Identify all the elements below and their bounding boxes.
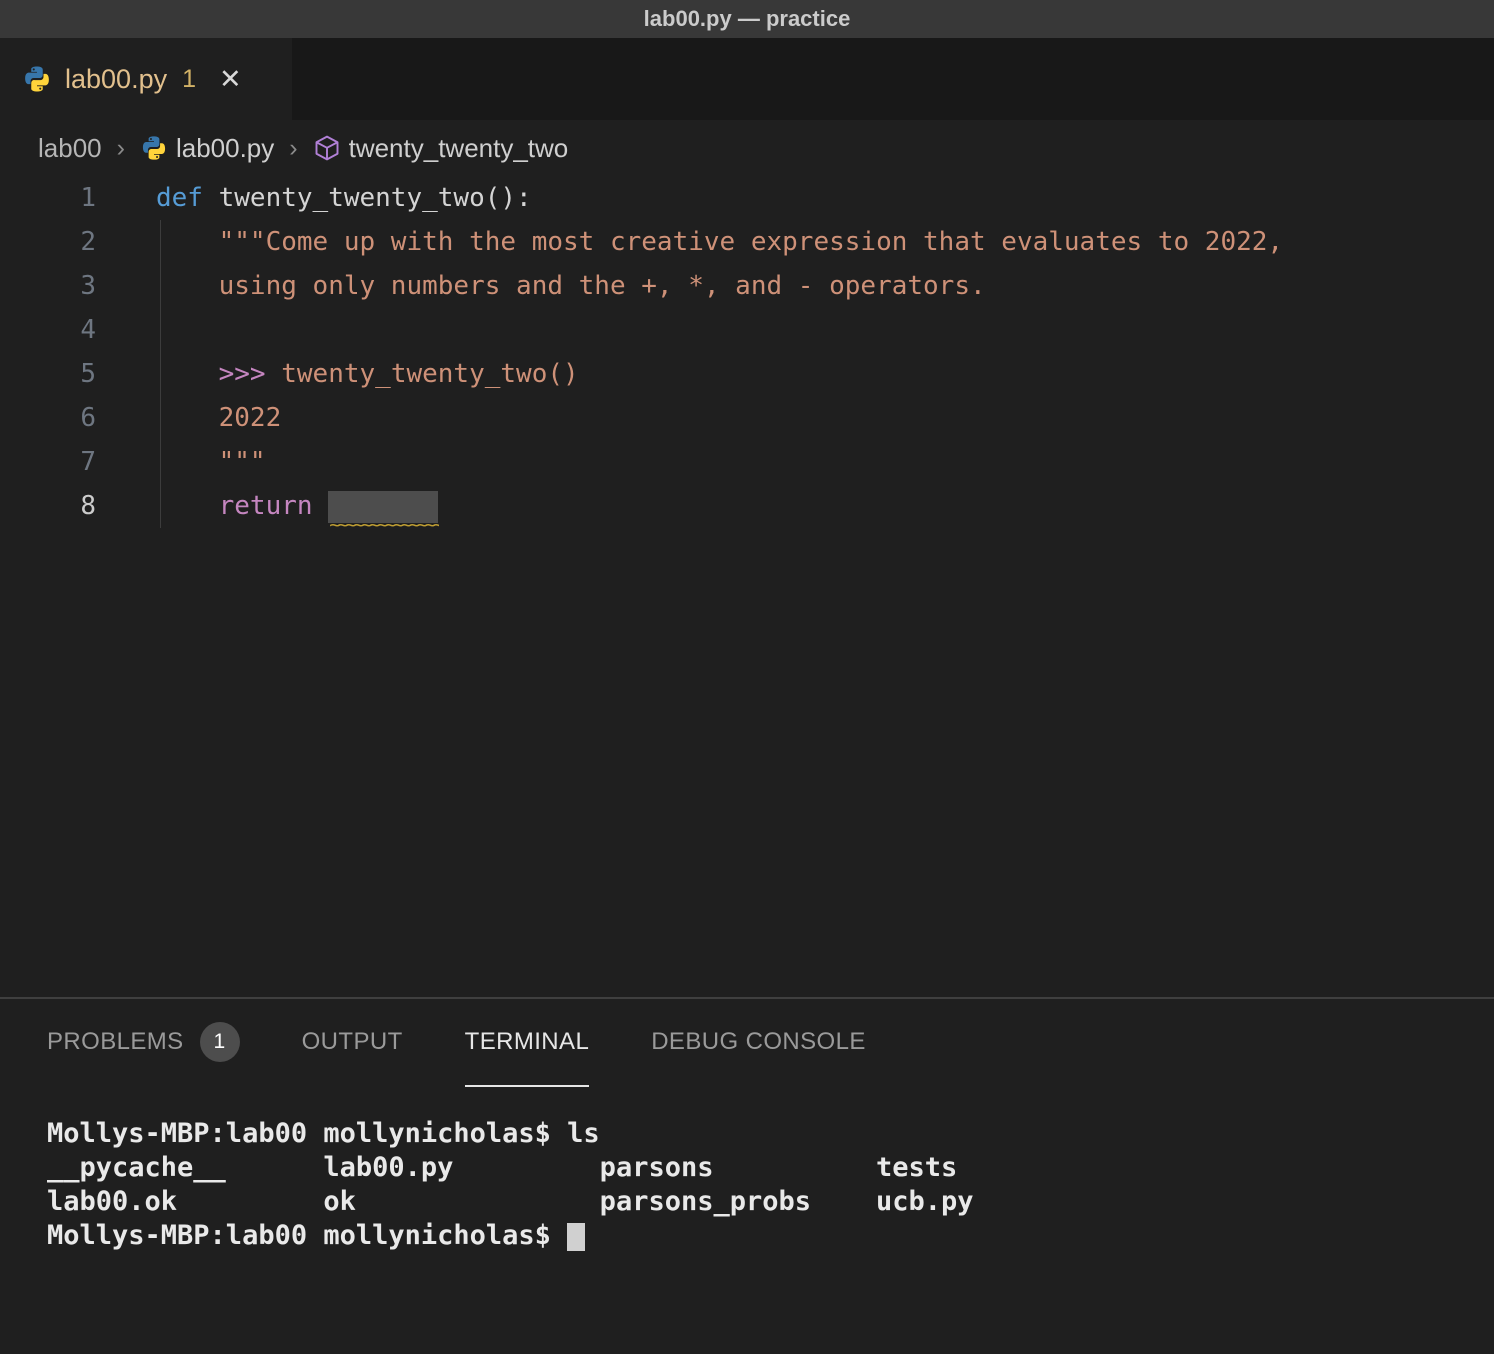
tab-problem-count: 1	[182, 65, 196, 94]
code-text: def twenty_twenty_two():	[156, 176, 532, 220]
terminal-line: Mollys-MBP:lab00 mollynicholas$ ls	[47, 1117, 1494, 1151]
breadcrumb-file[interactable]: lab00.py	[176, 133, 274, 164]
line-number: 2	[0, 220, 96, 264]
code-text: """	[156, 440, 266, 484]
code-line[interactable]: 1 def twenty_twenty_two():	[0, 176, 1494, 220]
panel-tab-label: OUTPUT	[302, 1028, 403, 1056]
breadcrumb-symbol[interactable]: twenty_twenty_two	[349, 133, 569, 164]
window-titlebar: lab00.py — practice	[0, 0, 1494, 38]
terminal-cursor	[567, 1223, 585, 1251]
code-line[interactable]: 4	[0, 308, 1494, 352]
code-text: using only numbers and the +, *, and - o…	[156, 264, 986, 308]
line-number: 1	[0, 176, 96, 220]
code-line[interactable]: 5 >>> twenty_twenty_two()	[0, 352, 1494, 396]
tab-filename: lab00.py	[65, 64, 167, 95]
editor[interactable]: 1def twenty_twenty_two():2 """Come up wi…	[0, 176, 1494, 997]
problems-count-badge: 1	[200, 1022, 240, 1062]
panel-tab-label: PROBLEMS	[47, 1028, 184, 1056]
line-number: 6	[0, 396, 96, 440]
code-text: >>> twenty_twenty_two()	[156, 352, 579, 396]
breadcrumb-folder[interactable]: lab00	[38, 133, 102, 164]
panel-tab-terminal[interactable]: TERMINAL	[465, 999, 590, 1087]
code-line[interactable]: 7 """	[0, 440, 1494, 484]
close-icon[interactable]: ✕	[219, 64, 242, 95]
breadcrumb: lab00 › lab00.py › twenty_twenty_two	[0, 120, 1494, 176]
code-text: return ~~~~~~~~~~~~~~	[156, 484, 438, 528]
bottom-panel: PROBLEMS 1 OUTPUT TERMINAL DEBUG CONSOLE Mol…	[0, 997, 1494, 1354]
code-text: 2022	[156, 396, 281, 440]
terminal-line: __pycache__ lab00.py parsons tests	[47, 1151, 1494, 1185]
code-line[interactable]: 3 using only numbers and the +, *, and -…	[0, 264, 1494, 308]
line-number: 8	[0, 484, 96, 528]
terminal-content[interactable]: Mollys-MBP:lab00 mollynicholas$ ls__pyca…	[0, 1087, 1494, 1253]
chevron-right-icon: ›	[117, 134, 125, 163]
symbol-cube-icon	[313, 134, 341, 162]
indent-guide	[160, 220, 161, 528]
chevron-right-icon: ›	[289, 134, 297, 163]
terminal-line: Mollys-MBP:lab00 mollynicholas$	[47, 1219, 1494, 1253]
panel-tab-label: TERMINAL	[465, 1028, 590, 1056]
line-number: 4	[0, 308, 96, 352]
code-line[interactable]: 8 return ~~~~~~~~~~~~~~	[0, 484, 1494, 528]
warning-squiggle-icon: ~~~~~~~~~~~~~~	[329, 516, 439, 535]
terminal-line: lab00.ok ok parsons_probs ucb.py	[47, 1185, 1494, 1219]
editor-lines: 1def twenty_twenty_two():2 """Come up wi…	[0, 176, 1494, 528]
line-number: 3	[0, 264, 96, 308]
selection-box: ~~~~~~~~~~~~~~	[328, 491, 438, 523]
panel-tab-label: DEBUG CONSOLE	[651, 1028, 866, 1056]
window-title: lab00.py — practice	[644, 6, 851, 32]
panel-tab-debug-console[interactable]: DEBUG CONSOLE	[651, 999, 866, 1087]
code-line[interactable]: 2 """Come up with the most creative expr…	[0, 220, 1494, 264]
panel-tab-problems[interactable]: PROBLEMS 1	[47, 999, 240, 1087]
python-icon	[22, 64, 52, 94]
code-text: """Come up with the most creative expres…	[156, 220, 1283, 264]
python-icon	[140, 134, 168, 162]
editor-tabstrip: lab00.py 1 ✕	[0, 38, 1494, 120]
line-number: 5	[0, 352, 96, 396]
panel-tabs: PROBLEMS 1 OUTPUT TERMINAL DEBUG CONSOLE	[0, 999, 1494, 1087]
code-line[interactable]: 6 2022	[0, 396, 1494, 440]
editor-tab-lab00[interactable]: lab00.py 1 ✕	[0, 38, 292, 120]
panel-tab-output[interactable]: OUTPUT	[302, 999, 403, 1087]
line-number: 7	[0, 440, 96, 484]
